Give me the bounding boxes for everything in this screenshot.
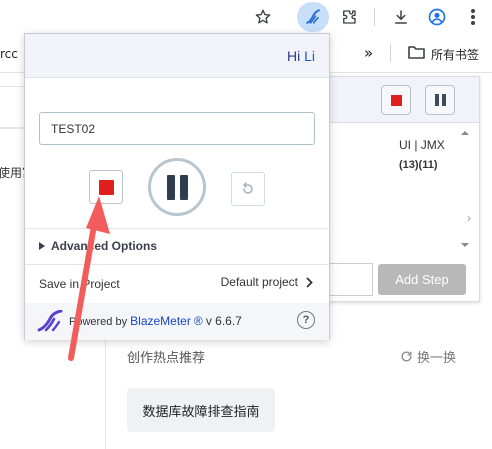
- all-bookmarks-folder[interactable]: 所有书签: [431, 46, 479, 63]
- background-search-fragment: [0, 86, 24, 128]
- pause-icon: [434, 94, 446, 106]
- refresh-button[interactable]: 换一换: [400, 347, 456, 366]
- project-selector[interactable]: Default project: [221, 275, 313, 289]
- step-counts: (13)(11): [399, 159, 438, 171]
- folder-icon: [408, 45, 425, 64]
- help-button[interactable]: ?: [297, 311, 315, 329]
- project-value: Default project: [220, 275, 298, 289]
- back-panel-scrollbar[interactable]: [459, 129, 471, 251]
- caret-right-icon: [39, 239, 45, 253]
- advanced-options-label: Advanced Options: [51, 239, 158, 253]
- save-in-project-label: Save in Project: [39, 277, 120, 291]
- back-stop-button[interactable]: [381, 85, 411, 115]
- advanced-options-toggle[interactable]: Advanced Options: [39, 239, 157, 253]
- greeting: Hi Li: [287, 48, 315, 64]
- brand-link[interactable]: BlazeMeter: [130, 314, 191, 328]
- refresh-icon: [401, 351, 412, 362]
- hot-topics-title: 创作热点推荐: [127, 351, 206, 366]
- collapse-chevron-icon: ›: [467, 211, 471, 225]
- reset-button[interactable]: [231, 172, 265, 206]
- undo-icon: [243, 182, 253, 194]
- registered-mark: ®: [193, 314, 203, 328]
- bookmarks-overflow-button[interactable]: »: [364, 44, 373, 62]
- greeting-prefix: Hi: [286, 48, 301, 64]
- profile-icon[interactable]: [426, 6, 448, 28]
- format-label[interactable]: UI | JMX: [399, 138, 445, 152]
- back-pause-button[interactable]: [425, 85, 455, 115]
- stop-icon: [98, 179, 114, 195]
- extensions-puzzle-icon[interactable]: [338, 6, 360, 28]
- blazemeter-recorder-popup: Hi Li Advanced Options Save in Project D…: [24, 33, 330, 340]
- powered-by-line: Powered by BlazeMeter ® v 6.6.7: [69, 314, 242, 328]
- stop-recording-button[interactable]: [89, 170, 123, 204]
- chevron-right-icon: [306, 276, 313, 288]
- bookmark-fragment[interactable]: rcc: [0, 47, 18, 61]
- download-icon[interactable]: [390, 6, 412, 28]
- pause-icon: [179, 174, 188, 200]
- browser-toolbar: [0, 0, 492, 34]
- divider: [25, 228, 329, 229]
- test-name-input[interactable]: [39, 112, 315, 145]
- stop-icon: [390, 94, 402, 106]
- popup-footer: Powered by BlazeMeter ® v 6.6.7 ?: [25, 303, 329, 340]
- user-name: Li: [304, 48, 315, 64]
- divider: [25, 264, 329, 265]
- version-text: v 6.6.7: [205, 314, 242, 328]
- bg-divider: [0, 128, 24, 129]
- bookmarks-divider: [390, 44, 391, 62]
- blazemeter-logo-icon: [37, 309, 63, 337]
- add-step-button[interactable]: Add Step: [378, 264, 466, 295]
- powered-by-text: Powered by: [69, 316, 128, 328]
- more-vert-icon[interactable]: [462, 6, 484, 28]
- refresh-label: 换一换: [417, 351, 457, 366]
- toolbar-divider: [374, 8, 375, 26]
- blazemeter-extension-icon[interactable]: [297, 2, 329, 32]
- pause-icon: [166, 174, 175, 200]
- popup-header: Hi Li: [25, 34, 329, 78]
- topic-tag-button[interactable]: 数据库故障排查指南: [127, 388, 275, 432]
- pause-recording-button[interactable]: [148, 158, 206, 216]
- star-icon[interactable]: [252, 6, 274, 28]
